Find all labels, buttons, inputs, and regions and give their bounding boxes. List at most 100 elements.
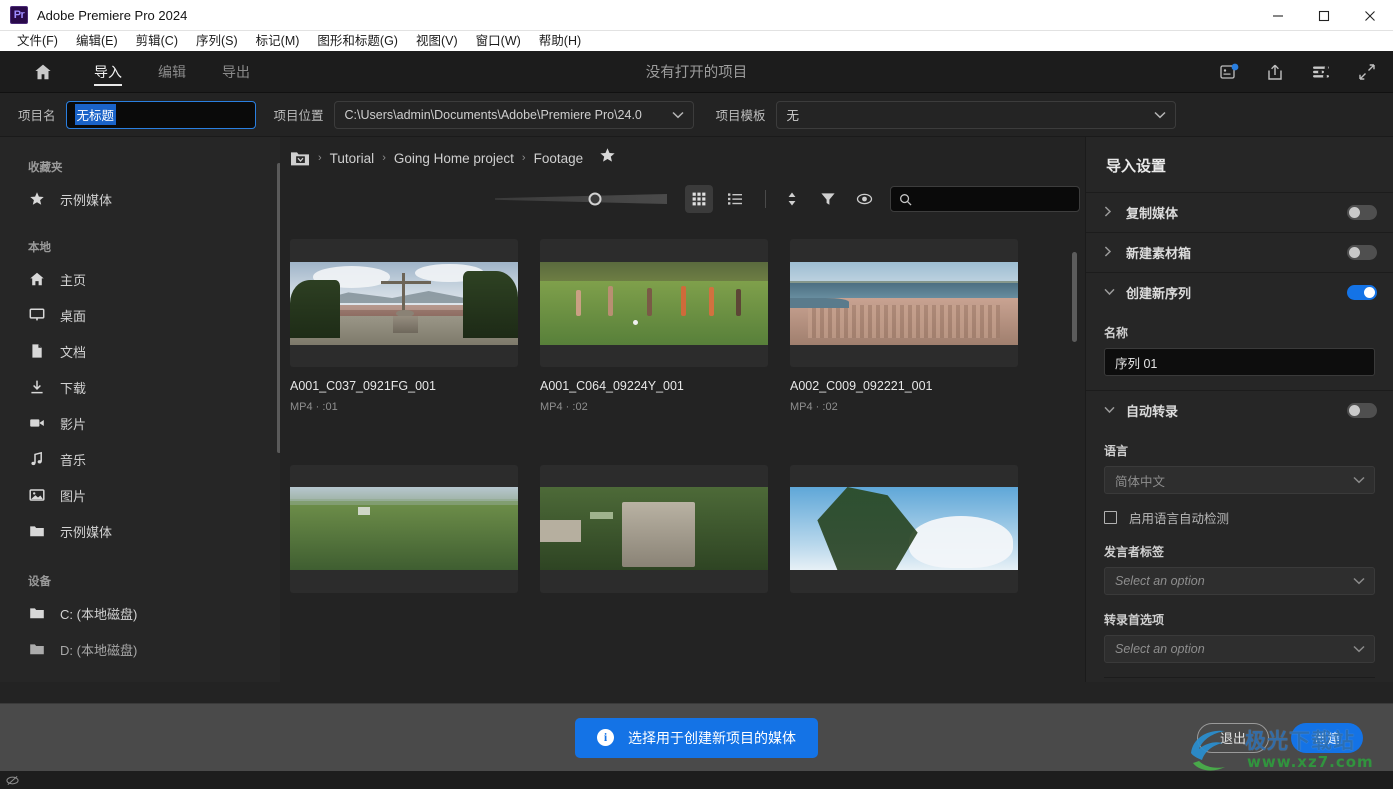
search-input[interactable]	[890, 186, 1080, 212]
folder-icon	[28, 522, 46, 540]
sidebar-item-label: 示例媒体	[60, 524, 113, 540]
menu-edit[interactable]: 编辑(E)	[67, 31, 127, 51]
auto-transcription-toggle[interactable]	[1347, 403, 1377, 418]
breadcrumb-separator: ›	[318, 152, 322, 164]
window-title-bar: Pr Adobe Premiere Pro 2024	[0, 0, 1393, 31]
search-field[interactable]	[918, 192, 1071, 206]
header-tabs: 导入 编辑 导出	[76, 51, 268, 93]
tab-import[interactable]: 导入	[76, 51, 140, 93]
star-icon[interactable]	[599, 147, 616, 169]
menu-graphics[interactable]: 图形和标题(G)	[308, 31, 407, 51]
breadcrumb-separator: ›	[521, 152, 526, 164]
chevron-right-icon[interactable]	[1104, 205, 1116, 220]
minimize-icon[interactable]	[1255, 0, 1301, 31]
filter-icon[interactable]	[814, 185, 842, 213]
menu-sequence[interactable]: 序列(S)	[187, 31, 247, 51]
project-bar: 项目名 无标题 项目位置 C:\Users\admin\Documents\Ad…	[0, 93, 1393, 137]
media-card[interactable]	[290, 464, 518, 635]
thumbnail-size-slider[interactable]	[495, 188, 667, 210]
media-grid-scrollbar[interactable]	[1072, 252, 1077, 342]
chevron-right-icon[interactable]	[1104, 245, 1116, 260]
sidebar-item-home[interactable]: 主页	[0, 261, 280, 297]
list-view-icon[interactable]	[721, 185, 749, 213]
notifications-icon[interactable]	[1219, 62, 1239, 82]
sidebar-item-desktop[interactable]: 桌面	[0, 297, 280, 333]
fullscreen-icon[interactable]	[1357, 62, 1377, 82]
media-thumbnail[interactable]	[290, 464, 518, 593]
media-card[interactable]	[540, 464, 768, 635]
breadcrumb-footage[interactable]: Footage	[534, 151, 584, 166]
breadcrumb-going-home-project[interactable]: Going Home project	[394, 151, 514, 166]
sidebar-item-label: D: (本地磁盘)	[60, 642, 138, 658]
sidebar-item-sample-media[interactable]: 示例媒体	[0, 513, 280, 549]
transcription-prefs-select[interactable]: Select an option	[1104, 635, 1375, 663]
create-button[interactable]: 创建	[1291, 722, 1363, 753]
home-icon[interactable]	[20, 62, 66, 82]
media-thumbnail[interactable]	[290, 239, 518, 367]
media-card[interactable]: A002_C009_092221_001 MP4 · :02	[790, 239, 1018, 443]
thumbnail-image-ruins	[540, 487, 768, 570]
sidebar-item-drive-d[interactable]: D: (本地磁盘)	[0, 631, 280, 667]
project-location-select[interactable]: C:\Users\admin\Documents\Adobe\Premiere …	[333, 100, 694, 129]
share-icon[interactable]	[1265, 62, 1285, 82]
project-name-label: 项目名	[18, 109, 56, 123]
speaker-labels-select[interactable]: Select an option	[1104, 567, 1375, 595]
sidebar-item-downloads[interactable]: 下载	[0, 369, 280, 405]
menu-file[interactable]: 文件(F)	[8, 31, 67, 51]
sequence-name-input[interactable]: 序列 01	[1104, 348, 1375, 376]
eye-off-icon[interactable]	[6, 774, 19, 787]
auto-detect-language-label: 启用语言自动检测	[1129, 512, 1230, 526]
auto-detect-language-checkbox[interactable]: 启用语言自动检测	[1104, 508, 1375, 527]
tab-edit[interactable]: 编辑	[140, 51, 204, 93]
eye-icon[interactable]	[850, 185, 878, 213]
sort-icon[interactable]	[778, 185, 806, 213]
media-thumbnail[interactable]	[540, 239, 768, 367]
project-name-input[interactable]: 无标题	[65, 100, 256, 129]
media-thumbnail[interactable]	[790, 464, 1018, 593]
checkbox-box[interactable]	[1104, 511, 1117, 524]
language-select[interactable]: 简体中文	[1104, 466, 1375, 494]
sidebar-section-local: 本地	[28, 242, 51, 254]
project-location-value: C:\Users\admin\Documents\Adobe\Premiere …	[344, 107, 642, 122]
monitor-icon	[28, 306, 46, 324]
new-bin-toggle[interactable]	[1347, 245, 1377, 260]
section-new-bin[interactable]: 新建素材箱	[1086, 232, 1393, 272]
progress-icon[interactable]	[1311, 62, 1331, 82]
menu-view[interactable]: 视图(V)	[407, 31, 467, 51]
menu-clip[interactable]: 剪辑(C)	[127, 31, 187, 51]
copy-media-toggle[interactable]	[1347, 205, 1377, 220]
maximize-icon[interactable]	[1301, 0, 1347, 31]
new-sequence-toggle[interactable]	[1347, 285, 1377, 300]
chevron-down-icon[interactable]	[1104, 405, 1116, 417]
section-auto-transcription[interactable]: 自动转录	[1086, 390, 1393, 430]
slider-knob[interactable]	[588, 192, 602, 206]
sidebar-item-pictures[interactable]: 图片	[0, 477, 280, 513]
folder-dropdown-icon[interactable]	[290, 150, 310, 167]
menu-help[interactable]: 帮助(H)	[530, 31, 590, 51]
sidebar-item-sample-media-fav[interactable]: 示例媒体	[0, 181, 280, 217]
sidebar-item-music[interactable]: 音乐	[0, 441, 280, 477]
media-card[interactable]: A001_C037_0921FG_001 MP4 · :01	[290, 239, 518, 443]
menu-markers[interactable]: 标记(M)	[247, 31, 309, 51]
project-template-select[interactable]: 无	[775, 100, 1176, 129]
speaker-labels-value: Select an option	[1115, 574, 1205, 588]
section-copy-media[interactable]: 复制媒体	[1086, 192, 1393, 232]
breadcrumb-tutorial[interactable]: Tutorial	[330, 151, 375, 166]
sidebar-item-documents[interactable]: 文档	[0, 333, 280, 369]
sidebar-item-movies[interactable]: 影片	[0, 405, 280, 441]
section-label: 自动转录	[1126, 404, 1179, 419]
sidebar-item-drive-c[interactable]: C: (本地磁盘)	[0, 595, 280, 631]
media-card[interactable]	[790, 464, 1018, 635]
close-icon[interactable]	[1347, 0, 1393, 31]
grid-view-icon[interactable]	[685, 185, 713, 213]
chevron-down-icon[interactable]	[1104, 287, 1116, 299]
tab-export[interactable]: 导出	[204, 51, 268, 93]
media-card[interactable]: A001_C064_09224Y_001 MP4 · :02	[540, 239, 768, 443]
section-new-sequence[interactable]: 创建新序列	[1086, 272, 1393, 312]
cancel-button[interactable]: 退出	[1197, 722, 1269, 753]
media-thumbnail[interactable]	[540, 464, 768, 593]
select-media-button[interactable]: i 选择用于创建新项目的媒体	[575, 717, 818, 758]
menu-window[interactable]: 窗口(W)	[467, 31, 530, 51]
thumbnail-image-field	[540, 261, 768, 345]
media-thumbnail[interactable]	[790, 239, 1018, 367]
